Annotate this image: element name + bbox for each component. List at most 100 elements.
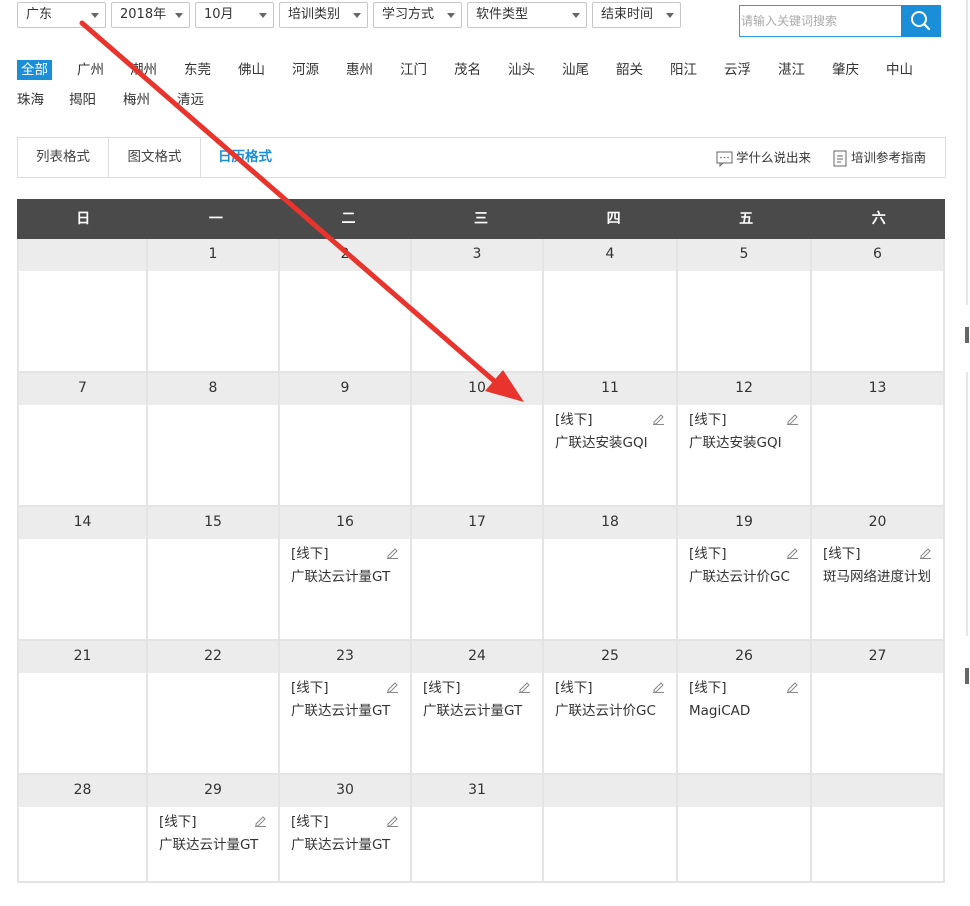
city-filter-all[interactable]: 全部 [17, 60, 52, 80]
pencil-icon[interactable] [254, 814, 267, 827]
calendar-day-cell[interactable]: 9 [280, 373, 412, 507]
pencil-icon[interactable] [386, 680, 399, 693]
city-filter-item[interactable]: 河源 [288, 60, 323, 80]
calendar-day-cell[interactable] [544, 775, 678, 883]
city-filter-item[interactable]: 珠海 [13, 90, 48, 110]
pencil-icon[interactable] [786, 546, 799, 559]
calendar-day-cell[interactable]: 19 [线下] 广联达云计价GC [678, 507, 812, 641]
calendar-day-cell[interactable]: 16 [线下] 广联达云计量GT [280, 507, 412, 641]
search-input[interactable] [740, 7, 891, 35]
training-event[interactable]: [线下] 广联达云计量GT [280, 673, 410, 723]
calendar-day-cell[interactable]: 6 [812, 239, 945, 373]
learn-request-link[interactable]: 学什么说出来 [716, 138, 811, 177]
event-course-name[interactable]: 广联达云计量GT [291, 833, 410, 857]
training-event[interactable]: [线下] 广联达云计量GT [148, 807, 278, 857]
pencil-icon[interactable] [786, 680, 799, 693]
city-filter-item[interactable]: 东莞 [180, 60, 215, 80]
city-filter-item[interactable]: 潮州 [126, 60, 161, 80]
city-filter-item[interactable]: 惠州 [342, 60, 377, 80]
event-course-name[interactable]: MagiCAD [689, 699, 810, 723]
calendar-day-cell[interactable] [812, 775, 945, 883]
calendar-day-cell[interactable]: 17 [412, 507, 544, 641]
calendar-day-cell[interactable]: 23 [线下] 广联达云计量GT [280, 641, 412, 775]
calendar-day-cell[interactable]: 4 [544, 239, 678, 373]
training-guide-link[interactable]: 培训参考指南 [832, 138, 926, 177]
calendar-day-cell[interactable]: 15 [148, 507, 280, 641]
calendar-day-cell[interactable]: 2 [280, 239, 412, 373]
calendar-day-cell[interactable]: 21 [17, 641, 148, 775]
city-filter-item[interactable]: 茂名 [450, 60, 485, 80]
event-course-name[interactable]: 广联达云计量GT [291, 565, 410, 589]
filter-dropdown[interactable]: 10月 [195, 2, 274, 28]
training-event[interactable]: [线下] 斑马网络进度计划 [812, 539, 943, 589]
pencil-icon[interactable] [652, 412, 665, 425]
pencil-icon[interactable] [518, 680, 531, 693]
calendar-day-cell[interactable]: 10 [412, 373, 544, 507]
city-filter-item[interactable]: 阳江 [666, 60, 701, 80]
event-course-name[interactable]: 斑马网络进度计划 [823, 565, 943, 589]
event-course-name[interactable]: 广联达安装GQI [555, 431, 676, 455]
filter-dropdown[interactable]: 2018年 [111, 2, 190, 28]
city-filter-item[interactable]: 云浮 [720, 60, 755, 80]
event-course-name[interactable]: 广联达云计价GC [555, 699, 676, 723]
city-filter-item[interactable]: 汕尾 [558, 60, 593, 80]
calendar-day-cell[interactable]: 20 [线下] 斑马网络进度计划 [812, 507, 945, 641]
city-filter-item[interactable]: 中山 [882, 60, 917, 80]
calendar-day-cell[interactable] [17, 239, 148, 373]
event-course-name[interactable]: 广联达安装GQI [689, 431, 810, 455]
training-event[interactable]: [线下] 广联达云计价GC [678, 539, 810, 589]
pencil-icon[interactable] [386, 546, 399, 559]
city-filter-item[interactable]: 佛山 [234, 60, 269, 80]
filter-dropdown[interactable]: 学习方式 [373, 2, 462, 28]
training-event[interactable]: [线下] MagiCAD [678, 673, 810, 723]
training-event[interactable]: [线下] 广联达云计量GT [280, 807, 410, 857]
calendar-day-cell[interactable] [678, 775, 812, 883]
calendar-day-cell[interactable]: 25 [线下] 广联达云计价GC [544, 641, 678, 775]
event-course-name[interactable]: 广联达云计量GT [291, 699, 410, 723]
city-filter-item[interactable]: 湛江 [774, 60, 809, 80]
calendar-day-cell[interactable]: 22 [148, 641, 280, 775]
search-button[interactable] [901, 5, 941, 37]
calendar-day-cell[interactable]: 26 [线下] MagiCAD [678, 641, 812, 775]
calendar-day-cell[interactable]: 28 [17, 775, 148, 883]
filter-dropdown[interactable]: 培训类别 [279, 2, 368, 28]
pencil-icon[interactable] [386, 814, 399, 827]
tab-list-format[interactable]: 列表格式 [18, 138, 109, 177]
calendar-day-cell[interactable]: 14 [17, 507, 148, 641]
calendar-day-cell[interactable]: 5 [678, 239, 812, 373]
event-course-name[interactable]: 广联达云计量GT [159, 833, 278, 857]
city-filter-item[interactable]: 肇庆 [828, 60, 863, 80]
city-filter-item[interactable]: 梅州 [119, 90, 154, 110]
tab-graphic-format[interactable]: 图文格式 [109, 138, 201, 177]
filter-dropdown[interactable]: 结束时间 [592, 2, 681, 28]
calendar-day-cell[interactable]: 8 [148, 373, 280, 507]
event-course-name[interactable]: 广联达云计价GC [689, 565, 810, 589]
city-filter-item[interactable]: 清远 [173, 90, 208, 110]
filter-dropdown[interactable]: 软件类型 [467, 2, 587, 28]
calendar-day-cell[interactable]: 7 [17, 373, 148, 507]
calendar-day-cell[interactable]: 30 [线下] 广联达云计量GT [280, 775, 412, 883]
calendar-day-cell[interactable]: 3 [412, 239, 544, 373]
training-event[interactable]: [线下] 广联达安装GQI [678, 405, 810, 455]
calendar-day-cell[interactable]: 1 [148, 239, 280, 373]
pencil-icon[interactable] [652, 680, 665, 693]
training-event[interactable]: [线下] 广联达安装GQI [544, 405, 676, 455]
calendar-day-cell[interactable]: 11 [线下] 广联达安装GQI [544, 373, 678, 507]
pencil-icon[interactable] [786, 412, 799, 425]
calendar-day-cell[interactable]: 13 [812, 373, 945, 507]
pencil-icon[interactable] [919, 546, 932, 559]
city-filter-item[interactable]: 揭阳 [65, 90, 100, 110]
city-filter-item[interactable]: 韶关 [612, 60, 647, 80]
calendar-day-cell[interactable]: 29 [线下] 广联达云计量GT [148, 775, 280, 883]
filter-dropdown[interactable]: 广东 [17, 2, 106, 28]
calendar-day-cell[interactable]: 24 [线下] 广联达云计量GT [412, 641, 544, 775]
calendar-day-cell[interactable]: 27 [812, 641, 945, 775]
tab-calendar-format[interactable]: 日历格式 [201, 138, 289, 177]
city-filter-item[interactable]: 汕头 [504, 60, 539, 80]
calendar-day-cell[interactable]: 18 [544, 507, 678, 641]
calendar-day-cell[interactable]: 12 [线下] 广联达安装GQI [678, 373, 812, 507]
city-filter-item[interactable]: 广州 [73, 60, 108, 80]
training-event[interactable]: [线下] 广联达云计量GT [280, 539, 410, 589]
event-course-name[interactable]: 广联达云计量GT [423, 699, 542, 723]
calendar-day-cell[interactable]: 31 [412, 775, 544, 883]
